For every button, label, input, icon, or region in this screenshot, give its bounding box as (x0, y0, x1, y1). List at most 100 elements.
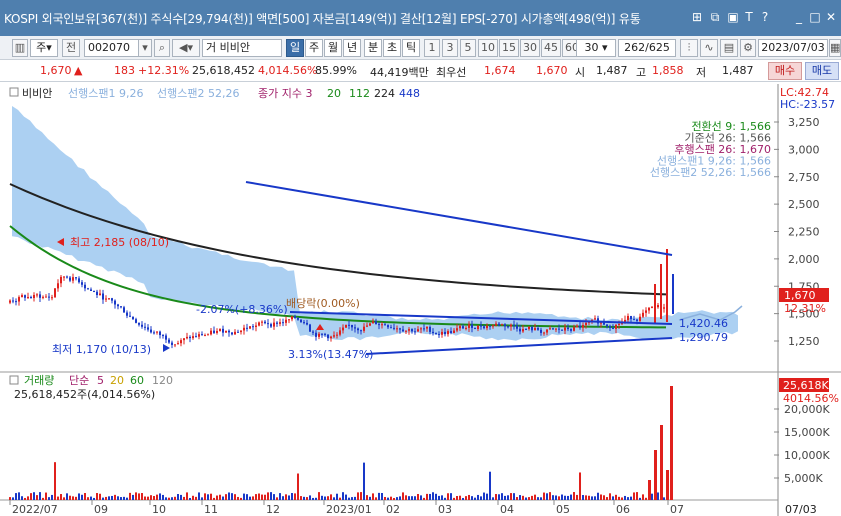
candle-body (276, 322, 278, 324)
candle-body (423, 328, 425, 330)
candle-body (129, 315, 131, 317)
calendar-icon[interactable]: ▦ (829, 39, 841, 57)
period-tick[interactable]: 틱 (402, 39, 420, 57)
change-amount: 183 (114, 64, 135, 77)
price-tick-label: 2,000 (788, 253, 820, 266)
candle-body (141, 324, 143, 327)
prev-button[interactable]: 전 (62, 39, 80, 57)
volume-bar (264, 494, 266, 500)
indicator-icon[interactable]: ⫶ (680, 39, 698, 57)
volume-bar (285, 494, 287, 500)
legend-ma2: 112 (349, 87, 370, 100)
restore-icon[interactable]: □ (808, 10, 822, 24)
stock-name-field[interactable]: 거 비비안 (202, 39, 282, 57)
legend-checkbox-icon[interactable] (9, 87, 19, 97)
copy-icon[interactable]: ⧉ (708, 10, 722, 24)
volume-bar (54, 462, 56, 500)
range-field[interactable]: 262/625 (618, 39, 676, 57)
candle-body (420, 328, 422, 330)
period-select[interactable]: 주▾ (30, 39, 58, 57)
candle-body (261, 321, 263, 323)
close-icon[interactable]: ✕ (824, 10, 838, 24)
save-icon[interactable]: ▤ (720, 39, 738, 57)
volume-bar (402, 492, 404, 500)
current-price: 1,670 (40, 64, 72, 77)
volume-tick-label: 5,000K (784, 472, 823, 485)
candle-body (657, 305, 659, 308)
volume-bar (414, 496, 416, 500)
candle-body (534, 327, 536, 331)
interval-select[interactable]: 30 ▾ (576, 39, 616, 57)
period-week[interactable]: 주 (305, 39, 323, 57)
candle-body (540, 329, 542, 333)
interval-1[interactable]: 1 (424, 39, 440, 57)
chart-type-icon[interactable]: ▥ (12, 39, 28, 57)
sound-icon[interactable]: ◀▾ (172, 39, 200, 57)
volume-bar (153, 496, 155, 500)
candle-body (426, 326, 428, 329)
low-annotation: 최저 1,170 (10/13) (52, 343, 151, 356)
buy-button[interactable]: 매수 (768, 62, 802, 80)
interval-10[interactable]: 10 (478, 39, 498, 57)
period-second[interactable]: 초 (383, 39, 401, 57)
volume-bar (348, 497, 350, 500)
candle-body (582, 325, 584, 328)
period-day[interactable]: 일 (286, 39, 304, 57)
candle-body (240, 330, 242, 333)
interval-45[interactable]: 45 (541, 39, 561, 57)
volume-bar (261, 494, 263, 500)
x-axis-label: 09 (94, 503, 108, 516)
interval-30[interactable]: 30 (520, 39, 540, 57)
x-axis-label: 12 (266, 503, 280, 516)
settings-icon[interactable]: ⚙ (740, 39, 756, 57)
volume-bar (528, 497, 530, 500)
candle-body (378, 324, 380, 326)
volume-bar (516, 497, 518, 500)
candle-body (168, 339, 170, 343)
sell-button[interactable]: 매도 (805, 62, 839, 80)
volume-bar (369, 496, 371, 500)
volume-checkbox-icon[interactable] (9, 375, 19, 385)
candle-body (189, 336, 191, 339)
period-month[interactable]: 월 (324, 39, 342, 57)
interval-15[interactable]: 15 (499, 39, 519, 57)
candle-body (66, 276, 68, 278)
code-dropdown-icon[interactable]: ▾ (138, 39, 152, 57)
candle-body (267, 323, 269, 325)
interval-5[interactable]: 5 (460, 39, 476, 57)
volume-bar (246, 494, 248, 500)
volume-bar (381, 492, 383, 500)
x-axis-label: 05 (556, 503, 570, 516)
search-icon[interactable]: ⌕ (154, 39, 170, 57)
volume-bar (342, 492, 344, 500)
font-icon[interactable]: T (742, 10, 756, 24)
candle-body (537, 327, 539, 330)
volume-bar (213, 497, 215, 500)
period-minute[interactable]: 분 (364, 39, 382, 57)
date-field[interactable]: 2023/07/03 (758, 39, 828, 57)
volume-bar (576, 494, 578, 500)
interval-3[interactable]: 3 (442, 39, 458, 57)
period-year[interactable]: 년 (343, 39, 361, 57)
price-tick-label: 2,500 (788, 198, 820, 211)
volume-bar (558, 496, 560, 500)
help-icon[interactable]: ? (758, 10, 772, 24)
volume-bar (180, 494, 182, 500)
volume-bar (309, 495, 311, 500)
chart-svg[interactable]: 비비안 선행스팬1 9,26 선행스팬2 52,26 종가 지수 3 20 11… (0, 84, 841, 516)
candle-body (126, 312, 128, 316)
trend-icon[interactable]: ∿ (700, 39, 718, 57)
volume-bar (642, 494, 644, 500)
lock-icon[interactable]: ▣ (726, 10, 740, 24)
volume-bar (624, 495, 626, 500)
volume-bar (279, 493, 281, 500)
volume-bar (159, 493, 161, 500)
volume-bar (567, 495, 569, 500)
minimize-icon[interactable]: _ (792, 10, 806, 24)
link-icon[interactable]: ⊞ (690, 10, 704, 24)
chart-area[interactable]: 비비안 선행스팬1 9,26 선행스팬2 52,26 종가 지수 3 20 11… (0, 84, 841, 516)
volume-bar (636, 492, 638, 500)
volume-bar (540, 497, 542, 500)
candle-body (462, 326, 464, 329)
volume-bar (135, 492, 137, 500)
